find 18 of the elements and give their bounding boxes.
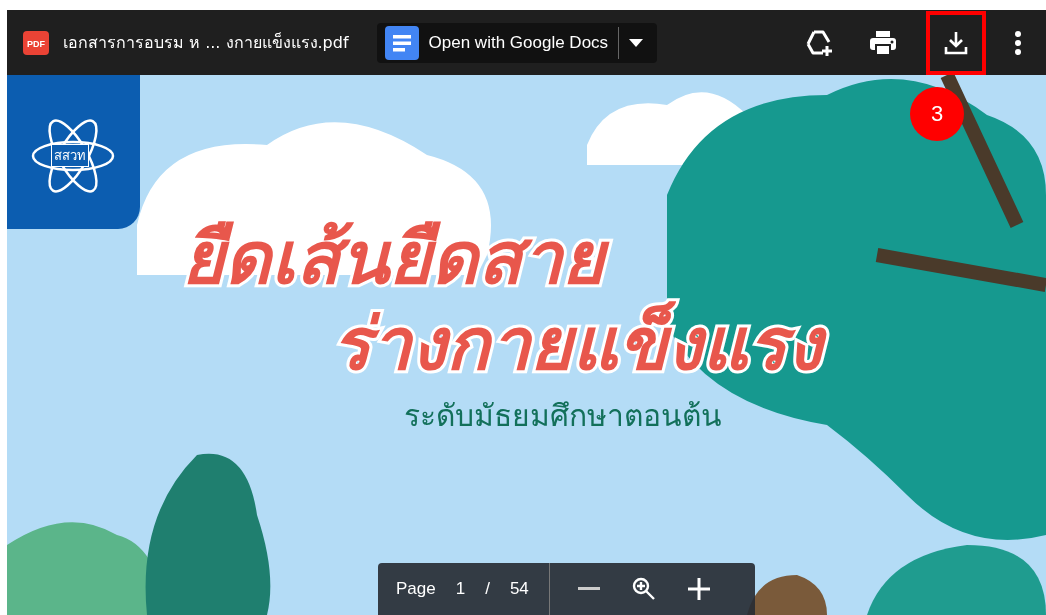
document-icon bbox=[384, 25, 419, 60]
printer-icon bbox=[868, 28, 898, 57]
caret-icon bbox=[629, 38, 644, 47]
page-separator: / bbox=[485, 579, 490, 599]
current-page: 1 bbox=[455, 579, 466, 599]
file-name: เอกสารการอบรม ห ... งกายแข็งแรง.pdf bbox=[63, 31, 349, 54]
plus-icon bbox=[687, 578, 710, 600]
pdf-file-icon: PDF bbox=[23, 30, 49, 55]
total-pages: 54 bbox=[509, 579, 529, 599]
cover-title: ยืดเส้นยืดสาย bbox=[182, 215, 982, 302]
logo-text: สสวท bbox=[51, 144, 89, 167]
cover-subtitle: ระดับมัธยมศึกษาตอนต้น bbox=[404, 396, 723, 435]
page-label: Page bbox=[396, 579, 436, 599]
more-vertical-icon bbox=[1014, 29, 1022, 56]
minus-icon bbox=[577, 587, 600, 591]
zoom-in-icon bbox=[631, 577, 656, 601]
download-icon bbox=[943, 29, 969, 56]
download-button[interactable] bbox=[926, 10, 986, 75]
